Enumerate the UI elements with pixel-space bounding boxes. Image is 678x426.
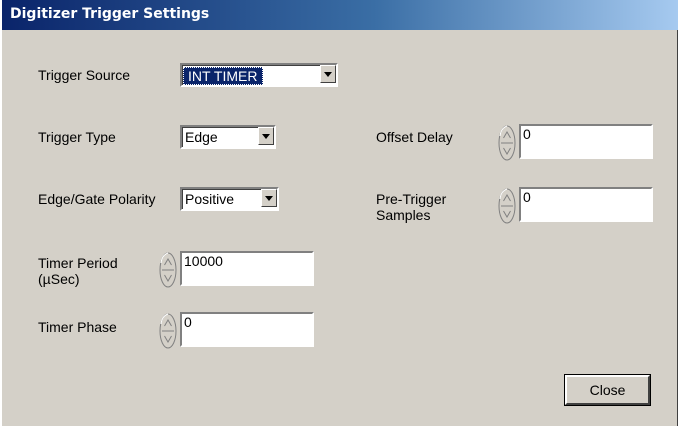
pre-trigger-label: Pre-Trigger [376, 191, 447, 207]
chevron-down-icon[interactable] [320, 65, 336, 83]
chevron-down-icon[interactable] [258, 127, 274, 145]
trigger-source-value: INT TIMER [183, 67, 263, 85]
timer-period-input[interactable]: 10000 [180, 251, 314, 286]
trigger-type-select[interactable]: Edge [180, 125, 276, 149]
trigger-type-label: Trigger Type [38, 129, 116, 145]
increment-decrement-icon[interactable] [497, 124, 517, 162]
increment-decrement-icon[interactable] [497, 187, 517, 225]
timer-phase-value: 0 [184, 314, 192, 330]
timer-period-value: 10000 [184, 253, 223, 269]
chevron-down-icon[interactable] [261, 189, 277, 207]
edge-gate-polarity-value: Positive [185, 191, 235, 207]
timer-phase-label: Timer Phase [38, 319, 117, 335]
timer-period-unit-label: (µSec) [38, 271, 80, 287]
edge-gate-polarity-select[interactable]: Positive [180, 187, 279, 211]
trigger-source-label: Trigger Source [38, 67, 131, 83]
title-bar[interactable]: Digitizer Trigger Settings [2, 0, 678, 30]
trigger-type-value: Edge [185, 129, 218, 145]
increment-decrement-icon[interactable] [158, 312, 178, 350]
timer-period-label: Timer Period [38, 255, 118, 271]
offset-delay-label: Offset Delay [376, 129, 453, 145]
dialog-window: Digitizer Trigger Settings Trigger Sourc… [0, 0, 678, 426]
offset-delay-input[interactable]: 0 [519, 124, 653, 159]
pre-trigger-samples-input[interactable]: 0 [519, 187, 653, 222]
pre-trigger-samples-label: Samples [376, 207, 431, 223]
edge-gate-polarity-label: Edge/Gate Polarity [38, 191, 156, 207]
increment-decrement-icon[interactable] [158, 251, 178, 289]
trigger-source-select[interactable]: INT TIMER [180, 63, 338, 87]
timer-phase-input[interactable]: 0 [180, 312, 314, 347]
close-button[interactable]: Close [565, 375, 650, 405]
pre-trigger-samples-value: 0 [523, 189, 531, 205]
window-title: Digitizer Trigger Settings [10, 6, 210, 22]
offset-delay-value: 0 [523, 126, 531, 142]
